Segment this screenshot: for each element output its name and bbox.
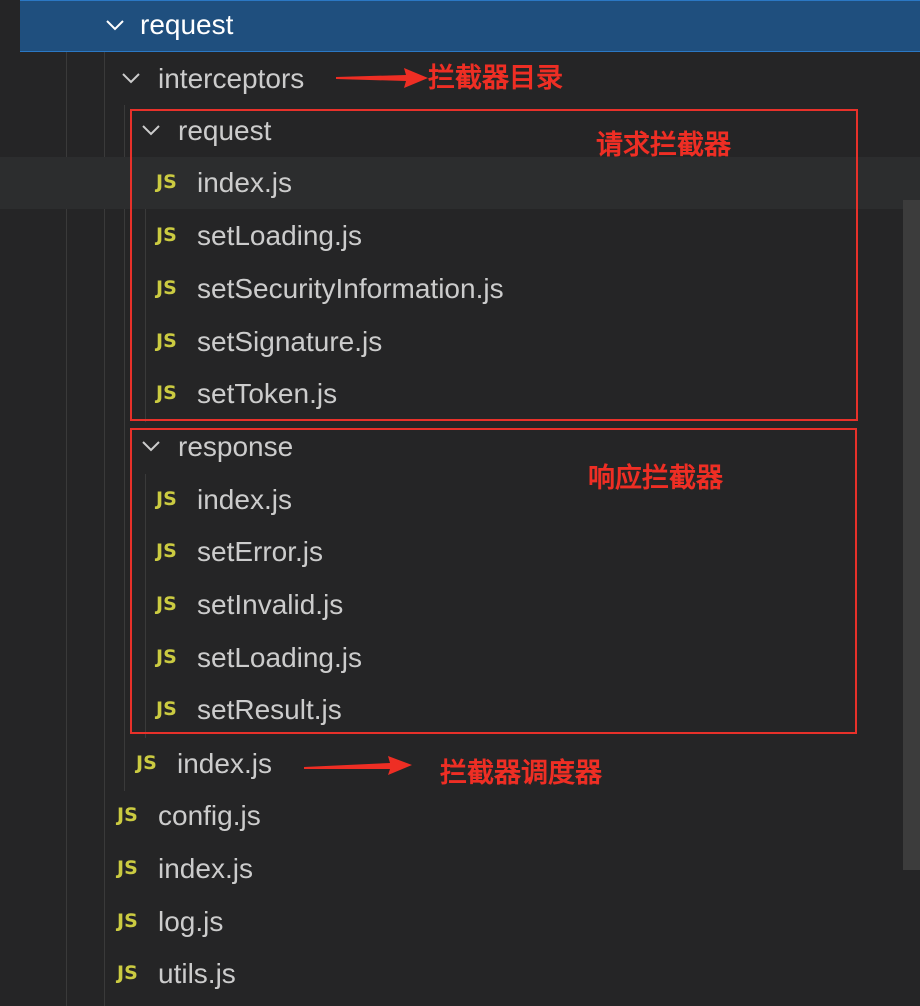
file-name: utils.js: [158, 958, 236, 989]
arrow-right-icon: [304, 756, 412, 775]
annotation-interceptors-dir: 拦截器目录: [428, 63, 563, 94]
tree-file-config[interactable]: JS config.js: [0, 790, 920, 842]
js-file-icon: JS: [117, 962, 138, 984]
chevron-down-icon: [106, 20, 124, 31]
tree-file-index[interactable]: JS index.js: [0, 843, 920, 895]
js-file-icon: JS: [117, 910, 138, 932]
annotation-response-interceptor: 响应拦截器: [588, 463, 723, 494]
tree-folder-request-root[interactable]: request: [20, 0, 920, 52]
annotation-dispatcher: 拦截器调度器: [440, 758, 602, 789]
js-file-icon: JS: [117, 804, 138, 826]
folder-name: interceptors: [158, 63, 305, 94]
request-interceptor-highlight-box: [130, 109, 858, 421]
file-name: index.js: [177, 748, 272, 779]
file-name: config.js: [158, 800, 261, 831]
tree-file-utils[interactable]: JS utils.js: [0, 948, 920, 1000]
js-file-icon: JS: [117, 857, 138, 879]
js-file-icon: JS: [136, 752, 157, 774]
arrow-right-icon: [336, 68, 428, 88]
annotation-request-interceptor: 请求拦截器: [596, 130, 731, 161]
file-name: index.js: [158, 853, 253, 884]
chevron-down-icon: [122, 73, 140, 84]
response-interceptor-highlight-box: [130, 428, 857, 734]
file-name: log.js: [158, 906, 224, 937]
folder-name: request: [140, 9, 234, 40]
scrollbar-thumb[interactable]: [903, 200, 920, 870]
tree-file-log[interactable]: JS log.js: [0, 896, 920, 948]
